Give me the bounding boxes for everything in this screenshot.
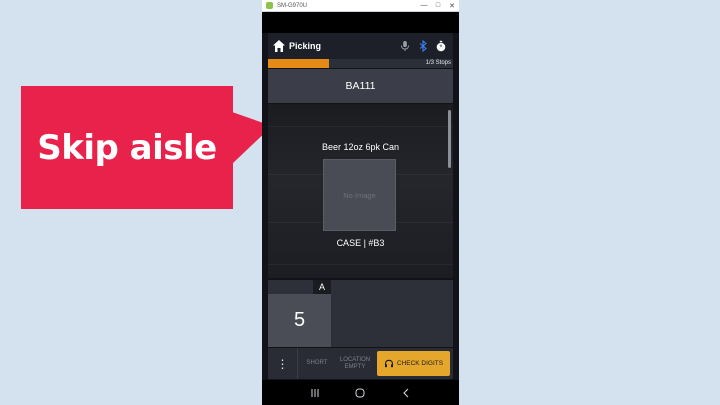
window-titlebar: SM-G970U — □ ✕ — [262, 0, 459, 12]
microphone-icon[interactable] — [399, 40, 411, 52]
page-title: Picking — [289, 41, 322, 51]
android-navbar — [262, 380, 459, 405]
minimize-icon[interactable]: — — [417, 2, 431, 9]
headset-icon — [384, 359, 393, 367]
back-icon[interactable] — [400, 387, 412, 399]
stopwatch-icon[interactable] — [435, 40, 447, 52]
action-bar: ⋮ SHORT LOCATION EMPTY CHECK DIGITS — [268, 348, 453, 379]
quantity-value: 5 — [268, 294, 331, 347]
location-empty-button[interactable]: LOCATION EMPTY — [336, 348, 374, 379]
unit-of-measure: CASE | #B3 — [336, 238, 385, 248]
recents-icon[interactable] — [309, 387, 321, 399]
location-empty-label-line1: LOCATION — [339, 356, 371, 363]
scrollbar[interactable] — [448, 110, 451, 168]
quantity-panel: A 5 — [268, 280, 453, 347]
product-panel[interactable]: Beer 12oz 6pk Can No Image CASE | #B3 — [268, 104, 453, 278]
home-icon[interactable] — [272, 39, 286, 53]
home-circle-icon[interactable] — [354, 387, 366, 399]
progress-fill — [268, 59, 330, 68]
status-bar — [262, 12, 459, 33]
product-image-placeholder: No Image — [323, 159, 396, 231]
maximize-icon[interactable]: □ — [431, 2, 445, 9]
product-name: Beer 12oz 6pk Can — [321, 142, 400, 152]
location-code: BA111 — [268, 69, 453, 103]
bluetooth-icon[interactable] — [417, 40, 429, 52]
window-title: SM-G970U — [277, 2, 308, 9]
stops-progress-bar: 1/3 Stops — [268, 59, 453, 68]
location-empty-label-line2: EMPTY — [344, 363, 366, 370]
quantity-letter-badge: A — [313, 280, 331, 294]
callout-box: Skip aisle — [21, 86, 233, 209]
more-vertical-icon[interactable]: ⋮ — [268, 348, 298, 379]
stops-progress-label: 1/3 Stops — [425, 60, 451, 66]
callout-text: Skip aisle — [37, 127, 217, 168]
short-button[interactable]: SHORT — [298, 348, 336, 379]
check-digits-button[interactable]: CHECK DIGITS — [377, 351, 450, 376]
android-icon — [266, 2, 273, 9]
close-icon[interactable]: ✕ — [445, 2, 459, 10]
device-window: SM-G970U — □ ✕ Picking 1/3 Stops BA111 B… — [262, 0, 459, 405]
app-header: Picking — [268, 33, 453, 59]
check-digits-label: CHECK DIGITS — [396, 360, 444, 367]
